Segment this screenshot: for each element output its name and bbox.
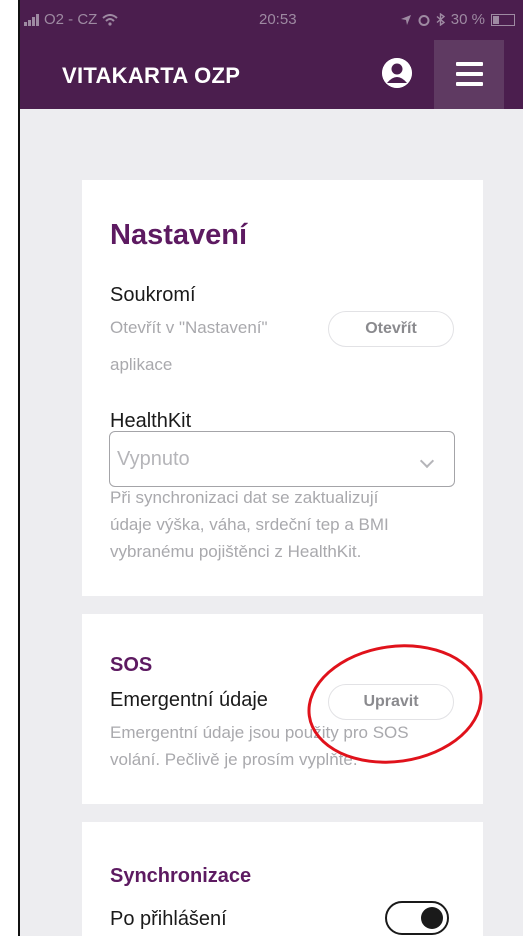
battery-icon	[491, 13, 515, 26]
privacy-hint-line1: Otevřít v "Nastavení"	[110, 318, 268, 337]
settings-card: Nastavení Soukromí Otevřít v "Nastavení"…	[82, 180, 483, 596]
top-navbar: VITAKARTA OZP	[18, 40, 523, 109]
privacy-hint-line2: aplikace	[110, 355, 173, 374]
sos-title: SOS	[110, 654, 153, 676]
clock: 20:53	[259, 11, 297, 28]
healthkit-label: HealthKit	[110, 410, 192, 432]
sync-card: Synchronizace Po přihlášení	[82, 822, 483, 936]
healthkit-desc-line2: údaje výška, váha, srdeční tep a BMI	[110, 515, 389, 534]
chevron-down-icon	[419, 453, 435, 469]
location-arrow-icon	[400, 14, 411, 25]
bluetooth-icon	[436, 13, 445, 26]
emergency-data-label: Emergentní údaje	[110, 689, 268, 711]
carrier-label: O2 - CZ	[44, 11, 98, 28]
hamburger-menu-icon[interactable]	[434, 40, 504, 109]
app-screen: O2 - CZ 20:53 30 % VITAKARTA OZP Nastave…	[18, 0, 523, 936]
status-bar: O2 - CZ 20:53 30 %	[18, 0, 523, 40]
profile-icon[interactable]	[382, 58, 412, 88]
battery-percent: 30 %	[450, 11, 485, 28]
signal-icon	[24, 13, 39, 26]
sos-desc-line2: volání. Pečlivě je prosím vyplňte.	[110, 750, 358, 769]
healthkit-selected-value: Vypnuto	[117, 448, 190, 470]
toggle-knob	[421, 907, 443, 929]
healthkit-desc-line3: vybranému pojištěnci z HealthKit.	[110, 542, 362, 561]
privacy-label: Soukromí	[110, 284, 196, 306]
open-settings-button[interactable]: Otevřít	[328, 311, 454, 347]
sync-title: Synchronizace	[110, 865, 252, 887]
healthkit-select[interactable]: Vypnuto	[109, 431, 455, 487]
healthkit-desc-line1: Při synchronizaci dat se zaktualizují	[110, 488, 379, 507]
sync-on-login-toggle[interactable]	[385, 901, 449, 935]
screenshot-frame-border	[18, 0, 20, 936]
app-title: VITAKARTA OZP	[62, 63, 241, 88]
wifi-icon	[102, 13, 118, 26]
alarm-icon	[418, 14, 430, 26]
settings-title: Nastavení	[110, 219, 248, 251]
sync-on-login-label: Po přihlášení	[110, 908, 227, 930]
